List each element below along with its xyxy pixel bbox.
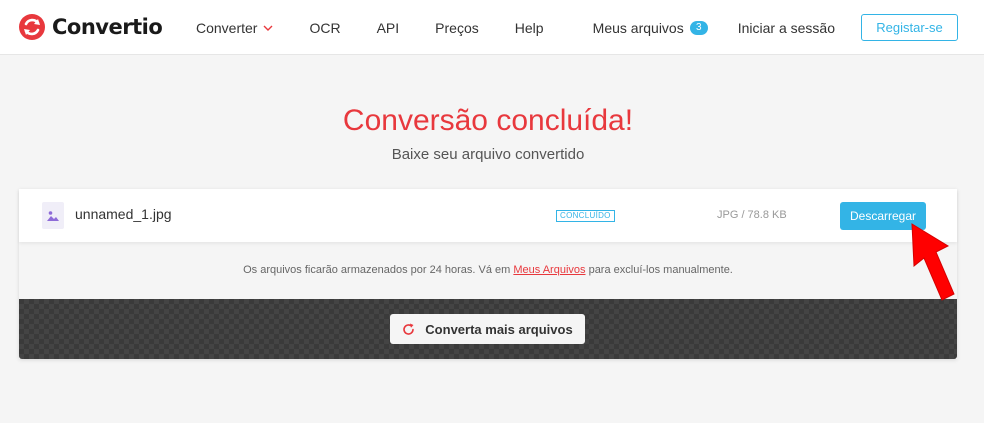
register-button[interactable]: Registar-se [861,14,958,41]
nav-converter[interactable]: Converter [196,20,273,36]
file-name: unnamed_1.jpg [75,206,172,222]
image-file-glyph [47,210,59,221]
my-files-inline-link[interactable]: Meus Arquivos [513,264,585,276]
convert-more-button[interactable]: Converta mais arquivos [390,314,585,344]
nav-pricing[interactable]: Preços [435,20,479,36]
my-files-link[interactable]: Meus arquivos 3 [593,20,708,36]
page-subtitle: Baixe seu arquivo convertido [391,146,585,163]
nav-api-label: API [376,19,400,36]
chevron-down-icon [263,25,273,31]
nav-help[interactable]: Help [515,20,544,36]
storage-notice-text-before: Os arquivos ficarão armazenados por 24 h… [243,264,514,276]
nav-help-label: Help [514,19,544,36]
nav-api[interactable]: API [377,20,400,36]
login-link[interactable]: Iniciar a sessão [738,20,835,36]
storage-notice-text-after: para excluí-los manualmente. [585,264,733,276]
file-row: unnamed_1.jpg CONCLUÍDO JPG / 78.8 KB De… [19,189,957,242]
storage-notice: Os arquivos ficarão armazenados por 24 h… [19,264,957,276]
image-icon [42,202,64,229]
my-files-label: Meus arquivos [592,19,684,36]
nav-converter-label: Converter [196,19,258,36]
nav-ocr-label: OCR [309,19,341,36]
brand-name: Convertio [52,15,163,39]
convert-more-bar: Converta mais arquivos [19,299,957,359]
main-nav: Converter OCR API Preços Help [196,0,580,55]
top-header: Convertio Converter OCR API Preços Help … [0,0,984,55]
status-badge: CONCLUÍDO [556,210,615,222]
brand-logo[interactable]: Convertio [18,11,163,43]
page-title: Conversão concluída! [342,104,634,137]
convertio-logo-icon [19,14,45,40]
annotation-arrow-icon [911,223,955,301]
account-nav: Meus arquivos 3 Iniciar a sessão Regista… [593,0,958,55]
refresh-icon [403,323,415,335]
conversion-result-card: unnamed_1.jpg CONCLUÍDO JPG / 78.8 KB De… [19,189,957,359]
file-type-size: JPG / 78.8 KB [717,209,787,221]
convert-more-label: Converta mais arquivos [425,321,573,337]
my-files-count-badge: 3 [689,20,708,35]
nav-ocr[interactable]: OCR [309,20,340,36]
nav-pricing-label: Preços [435,19,479,36]
